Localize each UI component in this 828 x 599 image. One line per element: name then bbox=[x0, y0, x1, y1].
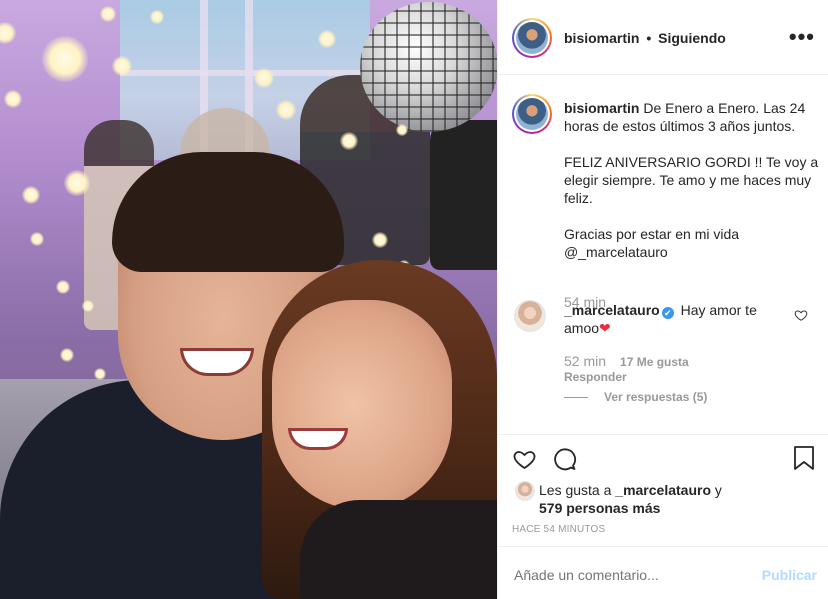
verified-icon: ✔ bbox=[661, 307, 674, 319]
commenter-username-link[interactable]: _marcelatauro bbox=[564, 302, 660, 318]
following-button[interactable]: Siguiendo bbox=[658, 30, 726, 46]
comment-likes-count[interactable]: 17 Me gusta bbox=[620, 355, 689, 369]
string-light bbox=[56, 280, 70, 294]
comment-meta: 52 min 17 Me gusta bbox=[564, 353, 689, 369]
commenter-avatar[interactable] bbox=[514, 300, 546, 332]
view-replies-line bbox=[564, 397, 588, 399]
caption-avatar[interactable] bbox=[512, 94, 552, 134]
post-actions: Les gusta a _marcelatauro y 579 personas… bbox=[498, 434, 828, 546]
disco-ball bbox=[360, 2, 497, 132]
header-author: bisiomartin • Siguiendo bbox=[564, 30, 726, 46]
post-photo[interactable] bbox=[0, 0, 497, 599]
caption-text: bisiomartin De Enero a Enero. Las 24 hor… bbox=[564, 99, 820, 261]
comment-timestamp[interactable]: 52 min bbox=[564, 353, 606, 369]
comment-text: _marcelatauro ✔ Hay amor te amoo❤ bbox=[564, 301, 764, 337]
likes-prefix: Les gusta a bbox=[539, 482, 612, 498]
post-timestamp[interactable]: HACE 54 MINUTOS bbox=[512, 524, 605, 535]
caption-mention-link[interactable]: @_marcelatauro bbox=[564, 243, 820, 261]
add-comment-bar: Publicar bbox=[498, 546, 828, 599]
window-frame bbox=[120, 70, 370, 76]
bookmark-icon[interactable] bbox=[793, 446, 815, 471]
string-light bbox=[4, 90, 22, 108]
caption-line: Gracias por estar en mi vida bbox=[564, 226, 740, 242]
string-light bbox=[150, 10, 164, 24]
comments-section[interactable]: bisiomartin De Enero a Enero. Las 24 hor… bbox=[498, 76, 828, 434]
string-light bbox=[340, 132, 358, 150]
string-light bbox=[276, 100, 296, 120]
likes-connector: y bbox=[714, 482, 722, 498]
more-options-icon[interactable]: ••• bbox=[789, 24, 815, 50]
string-light bbox=[318, 30, 336, 48]
string-light bbox=[22, 186, 40, 204]
background-person bbox=[430, 120, 497, 270]
woman-face bbox=[272, 300, 452, 510]
reply-button[interactable]: Responder bbox=[564, 370, 627, 384]
string-light bbox=[372, 232, 388, 248]
view-replies-button[interactable]: Ver respuestas (5) bbox=[564, 390, 707, 404]
header-separator: • bbox=[646, 30, 652, 46]
likes-others-link[interactable]: 579 personas más bbox=[539, 500, 660, 516]
caption-line: FELIZ ANIVERSARIO GORDI !! Te voy a eleg… bbox=[564, 154, 819, 206]
string-light bbox=[64, 170, 90, 196]
post-header: bisiomartin • Siguiendo ••• bbox=[498, 0, 828, 75]
string-light bbox=[42, 36, 88, 82]
action-icons bbox=[512, 445, 815, 473]
string-light bbox=[100, 6, 116, 22]
likes-text: Les gusta a _marcelatauro y 579 personas… bbox=[539, 481, 722, 517]
man-hair bbox=[112, 152, 344, 272]
caption-author-link[interactable]: bisiomartin bbox=[564, 100, 639, 116]
post-side-panel: bisiomartin • Siguiendo ••• bisiomartin … bbox=[497, 0, 828, 599]
liker-avatar[interactable] bbox=[515, 481, 535, 501]
view-replies-label[interactable]: Ver respuestas (5) bbox=[604, 390, 707, 404]
string-light bbox=[94, 368, 106, 380]
string-light bbox=[254, 68, 274, 88]
heart-icon[interactable] bbox=[512, 447, 537, 471]
like-comment-icon[interactable] bbox=[794, 308, 808, 322]
comment-icon[interactable] bbox=[552, 447, 577, 471]
comment-input[interactable] bbox=[514, 567, 744, 583]
string-light bbox=[82, 300, 94, 312]
author-avatar[interactable] bbox=[512, 18, 552, 58]
publish-button[interactable]: Publicar bbox=[762, 567, 817, 583]
author-username-link[interactable]: bisiomartin bbox=[564, 30, 639, 46]
string-light bbox=[112, 56, 132, 76]
string-light bbox=[60, 348, 74, 362]
string-light bbox=[396, 124, 408, 136]
red-heart-emoji: ❤ bbox=[599, 320, 611, 336]
woman-top bbox=[300, 500, 497, 599]
string-light bbox=[30, 232, 44, 246]
liker-username-link[interactable]: _marcelatauro bbox=[615, 482, 711, 498]
string-light bbox=[0, 22, 16, 44]
